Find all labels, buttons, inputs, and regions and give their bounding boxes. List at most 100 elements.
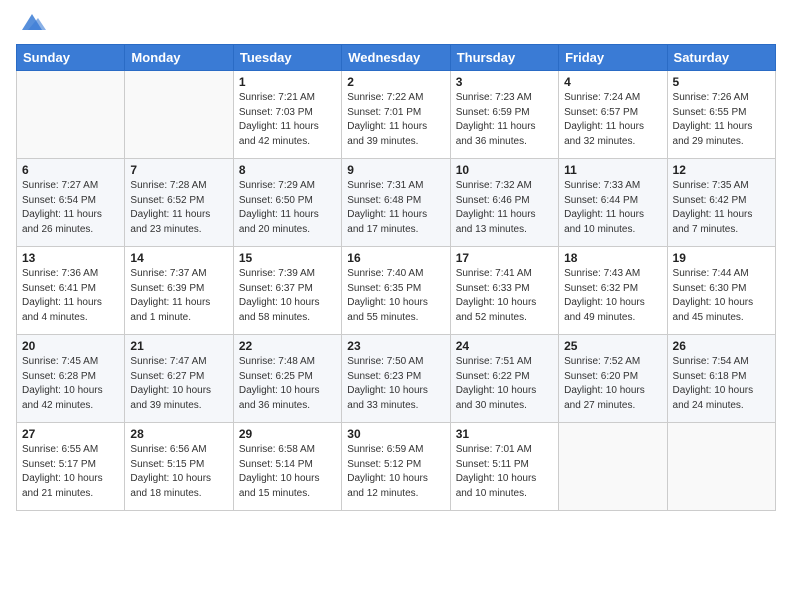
- day-info: Sunrise: 7:44 AMSunset: 6:30 PMDaylight:…: [673, 267, 770, 325]
- calendar-header-row: SundayMondayTuesdayWednesdayThursdayFrid…: [17, 45, 776, 71]
- day-number: 13: [22, 251, 119, 265]
- day-number: 4: [564, 75, 661, 89]
- day-header-wednesday: Wednesday: [342, 45, 450, 71]
- page: SundayMondayTuesdayWednesdayThursdayFrid…: [0, 0, 792, 521]
- day-cell: 22 Sunrise: 7:48 AMSunset: 6:25 PMDayligh…: [233, 335, 341, 423]
- day-info: Sunrise: 6:58 AMSunset: 5:14 PMDaylight:…: [239, 443, 336, 501]
- week-row-5: 27Sunrise: 6:55 AMSunset: 5:17 PMDayligh…: [17, 423, 776, 511]
- day-number: 11: [564, 163, 661, 177]
- day-info: Sunrise: 7:50 AMSunset: 6:23 PMDaylight:…: [347, 355, 444, 413]
- logo-icon: [18, 12, 46, 34]
- day-number: 6: [22, 163, 119, 177]
- day-info: Sunrise: 7:27 AMSunset: 6:54 PMDaylight:…: [22, 179, 119, 237]
- day-cell: 4 Sunrise: 7:24 AMSunset: 6:57 PMDaylight…: [559, 71, 667, 159]
- day-info: Sunrise: 7:01 AMSunset: 5:11 PMDaylight:…: [456, 443, 553, 501]
- day-number: 21: [130, 339, 227, 353]
- day-number: 10: [456, 163, 553, 177]
- day-info: Sunrise: 7:22 AMSunset: 7:01 PMDaylight:…: [347, 91, 444, 149]
- week-row-2: 6 Sunrise: 7:27 AMSunset: 6:54 PMDaylight…: [17, 159, 776, 247]
- day-cell: 11 Sunrise: 7:33 AMSunset: 6:44 PMDayligh…: [559, 159, 667, 247]
- day-info: Sunrise: 7:51 AMSunset: 6:22 PMDaylight:…: [456, 355, 553, 413]
- day-info: Sunrise: 6:56 AMSunset: 5:15 PMDaylight:…: [130, 443, 227, 501]
- day-cell: 1 Sunrise: 7:21 AMSunset: 7:03 PMDaylight…: [233, 71, 341, 159]
- day-number: 9: [347, 163, 444, 177]
- day-cell: 6 Sunrise: 7:27 AMSunset: 6:54 PMDaylight…: [17, 159, 125, 247]
- day-cell: 24 Sunrise: 7:51 AMSunset: 6:22 PMDayligh…: [450, 335, 558, 423]
- day-header-friday: Friday: [559, 45, 667, 71]
- day-info: Sunrise: 7:43 AMSunset: 6:32 PMDaylight:…: [564, 267, 661, 325]
- day-cell: 7 Sunrise: 7:28 AMSunset: 6:52 PMDaylight…: [125, 159, 233, 247]
- day-cell: 20Sunrise: 7:45 AMSunset: 6:28 PMDayligh…: [17, 335, 125, 423]
- day-number: 27: [22, 427, 119, 441]
- day-info: Sunrise: 7:45 AMSunset: 6:28 PMDaylight:…: [22, 355, 119, 413]
- day-number: 19: [673, 251, 770, 265]
- day-cell: 31Sunrise: 7:01 AMSunset: 5:11 PMDayligh…: [450, 423, 558, 511]
- day-number: 12: [673, 163, 770, 177]
- day-cell: 18 Sunrise: 7:43 AMSunset: 6:32 PMDayligh…: [559, 247, 667, 335]
- day-cell: 8Sunrise: 7:29 AMSunset: 6:50 PMDaylight…: [233, 159, 341, 247]
- day-info: Sunrise: 7:54 AMSunset: 6:18 PMDaylight:…: [673, 355, 770, 413]
- day-info: Sunrise: 7:23 AMSunset: 6:59 PMDaylight:…: [456, 91, 553, 149]
- day-cell: 9 Sunrise: 7:31 AMSunset: 6:48 PMDaylight…: [342, 159, 450, 247]
- day-number: 16: [347, 251, 444, 265]
- day-cell: 15 Sunrise: 7:39 AMSunset: 6:37 PMDayligh…: [233, 247, 341, 335]
- day-header-monday: Monday: [125, 45, 233, 71]
- logo: [16, 16, 46, 34]
- day-number: 5: [673, 75, 770, 89]
- week-row-3: 13 Sunrise: 7:36 AMSunset: 6:41 PMDayligh…: [17, 247, 776, 335]
- day-header-saturday: Saturday: [667, 45, 775, 71]
- day-number: 24: [456, 339, 553, 353]
- day-number: 25: [564, 339, 661, 353]
- day-number: 2: [347, 75, 444, 89]
- day-cell: 28Sunrise: 6:56 AMSunset: 5:15 PMDayligh…: [125, 423, 233, 511]
- day-info: Sunrise: 7:32 AMSunset: 6:46 PMDaylight:…: [456, 179, 553, 237]
- day-header-sunday: Sunday: [17, 45, 125, 71]
- day-info: Sunrise: 7:24 AMSunset: 6:57 PMDaylight:…: [564, 91, 661, 149]
- day-info: Sunrise: 7:26 AMSunset: 6:55 PMDaylight:…: [673, 91, 770, 149]
- day-number: 26: [673, 339, 770, 353]
- day-cell: 13 Sunrise: 7:36 AMSunset: 6:41 PMDayligh…: [17, 247, 125, 335]
- day-number: 7: [130, 163, 227, 177]
- day-cell: 29 Sunrise: 6:58 AMSunset: 5:14 PMDayligh…: [233, 423, 341, 511]
- day-cell: 25 Sunrise: 7:52 AMSunset: 6:20 PMDayligh…: [559, 335, 667, 423]
- day-cell: 5 Sunrise: 7:26 AMSunset: 6:55 PMDaylight…: [667, 71, 775, 159]
- day-cell: 19 Sunrise: 7:44 AMSunset: 6:30 PMDayligh…: [667, 247, 775, 335]
- day-info: Sunrise: 7:28 AMSunset: 6:52 PMDaylight:…: [130, 179, 227, 237]
- day-cell: 21 Sunrise: 7:47 AMSunset: 6:27 PMDayligh…: [125, 335, 233, 423]
- day-info: Sunrise: 7:29 AMSunset: 6:50 PMDaylight:…: [239, 179, 336, 237]
- day-info: Sunrise: 7:48 AMSunset: 6:25 PMDaylight:…: [239, 355, 336, 413]
- day-info: Sunrise: 7:21 AMSunset: 7:03 PMDaylight:…: [239, 91, 336, 149]
- day-cell: 10 Sunrise: 7:32 AMSunset: 6:46 PMDayligh…: [450, 159, 558, 247]
- day-cell: 26 Sunrise: 7:54 AMSunset: 6:18 PMDayligh…: [667, 335, 775, 423]
- day-number: 29: [239, 427, 336, 441]
- day-number: 18: [564, 251, 661, 265]
- day-cell: 27Sunrise: 6:55 AMSunset: 5:17 PMDayligh…: [17, 423, 125, 511]
- day-info: Sunrise: 7:35 AMSunset: 6:42 PMDaylight:…: [673, 179, 770, 237]
- day-info: Sunrise: 7:47 AMSunset: 6:27 PMDaylight:…: [130, 355, 227, 413]
- day-number: 17: [456, 251, 553, 265]
- day-info: Sunrise: 7:36 AMSunset: 6:41 PMDaylight:…: [22, 267, 119, 325]
- day-info: Sunrise: 7:40 AMSunset: 6:35 PMDaylight:…: [347, 267, 444, 325]
- day-cell: 12 Sunrise: 7:35 AMSunset: 6:42 PMDayligh…: [667, 159, 775, 247]
- day-cell: 30Sunrise: 6:59 AMSunset: 5:12 PMDayligh…: [342, 423, 450, 511]
- day-cell: [17, 71, 125, 159]
- day-header-thursday: Thursday: [450, 45, 558, 71]
- day-info: Sunrise: 7:52 AMSunset: 6:20 PMDaylight:…: [564, 355, 661, 413]
- day-number: 22: [239, 339, 336, 353]
- day-cell: 16 Sunrise: 7:40 AMSunset: 6:35 PMDayligh…: [342, 247, 450, 335]
- day-info: Sunrise: 7:39 AMSunset: 6:37 PMDaylight:…: [239, 267, 336, 325]
- day-cell: [667, 423, 775, 511]
- day-cell: 14 Sunrise: 7:37 AMSunset: 6:39 PMDayligh…: [125, 247, 233, 335]
- day-number: 1: [239, 75, 336, 89]
- day-info: Sunrise: 7:41 AMSunset: 6:33 PMDaylight:…: [456, 267, 553, 325]
- day-cell: 17 Sunrise: 7:41 AMSunset: 6:33 PMDayligh…: [450, 247, 558, 335]
- day-info: Sunrise: 7:31 AMSunset: 6:48 PMDaylight:…: [347, 179, 444, 237]
- day-number: 15: [239, 251, 336, 265]
- day-number: 14: [130, 251, 227, 265]
- day-number: 23: [347, 339, 444, 353]
- day-cell: 2 Sunrise: 7:22 AMSunset: 7:01 PMDaylight…: [342, 71, 450, 159]
- day-info: Sunrise: 7:37 AMSunset: 6:39 PMDaylight:…: [130, 267, 227, 325]
- calendar: SundayMondayTuesdayWednesdayThursdayFrid…: [16, 44, 776, 511]
- day-header-tuesday: Tuesday: [233, 45, 341, 71]
- day-info: Sunrise: 7:33 AMSunset: 6:44 PMDaylight:…: [564, 179, 661, 237]
